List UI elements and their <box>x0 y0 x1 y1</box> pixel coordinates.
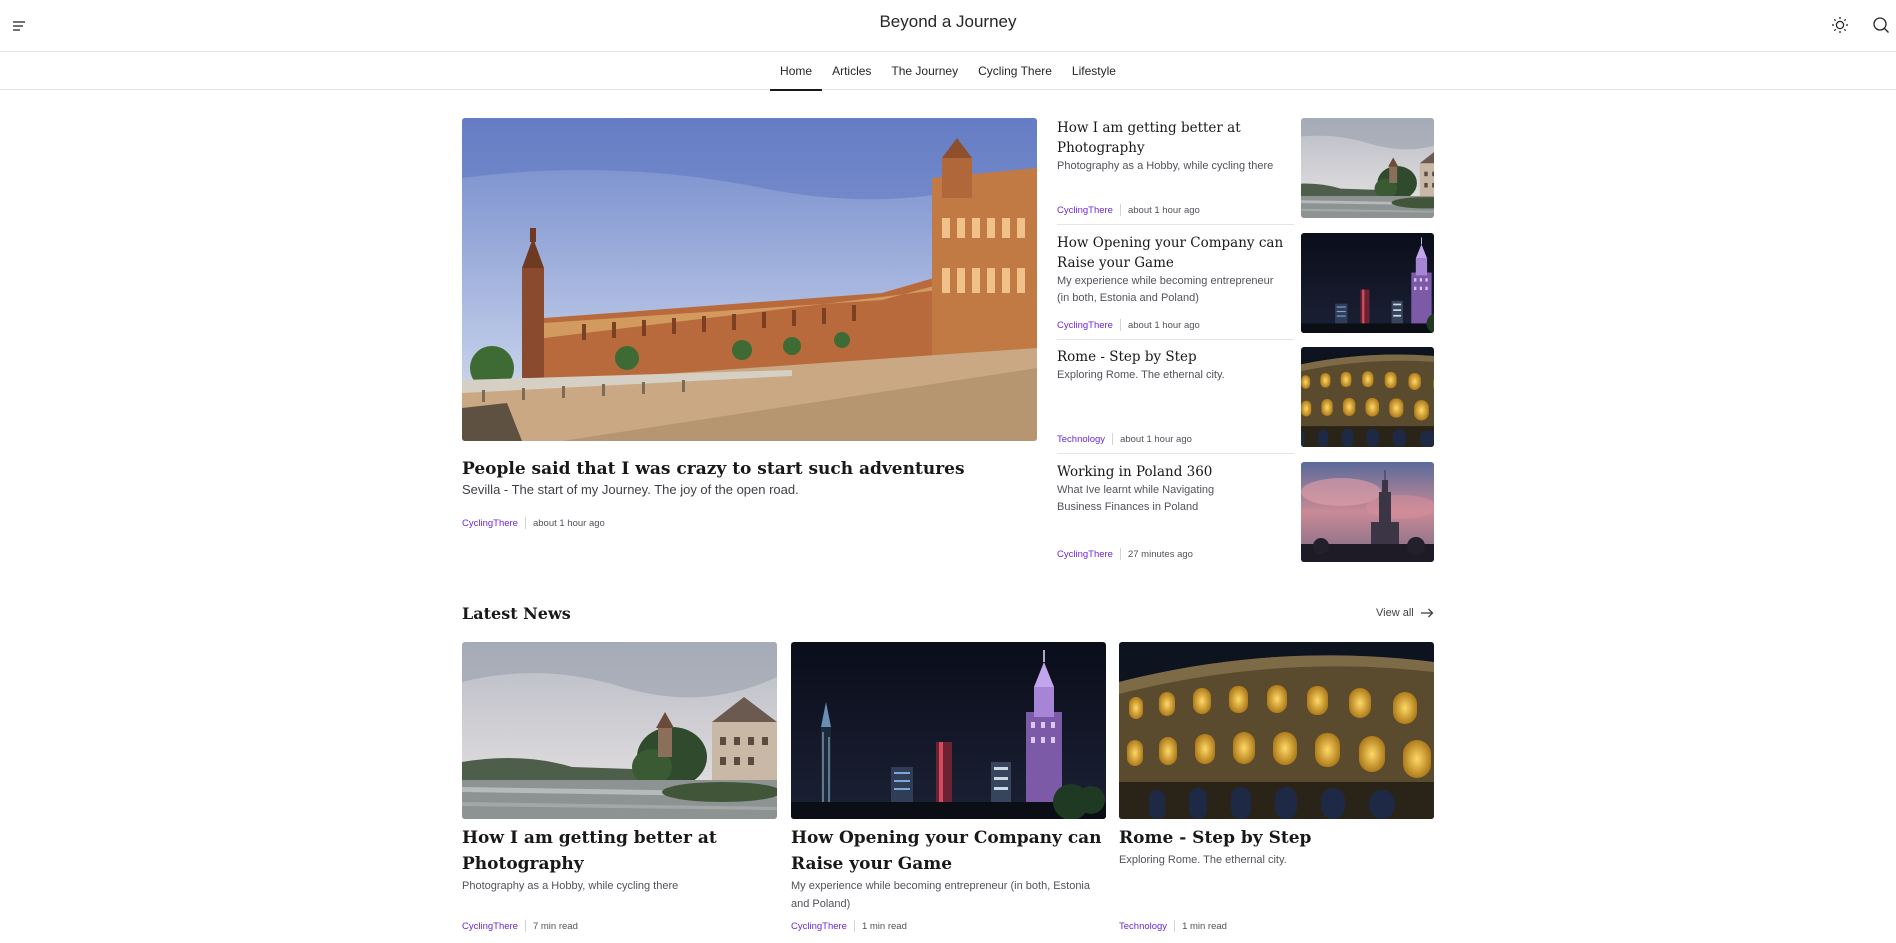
card-meta: Technology 1 min read <box>1119 920 1227 932</box>
tab-the-journey[interactable]: The Journey <box>881 52 968 90</box>
tab-articles[interactable]: Articles <box>822 52 881 90</box>
category-link[interactable]: CyclingThere <box>1057 320 1113 331</box>
card-title[interactable]: How Opening your Company can Raise your … <box>791 825 1106 877</box>
article-subtitle: Photography as a Hobby, while cycling th… <box>1057 160 1274 172</box>
article-title[interactable]: How I am getting better at Photography <box>1057 118 1287 158</box>
category-link[interactable]: CyclingThere <box>1057 549 1113 560</box>
category-link[interactable]: Technology <box>1119 921 1167 932</box>
hero-subtitle: Sevilla - The start of my Journey. The j… <box>462 482 799 497</box>
card-title[interactable]: Rome - Step by Step <box>1119 825 1434 851</box>
tab-lifestyle[interactable]: Lifestyle <box>1062 52 1126 90</box>
main-nav: Home Articles The Journey Cycling There … <box>0 52 1896 91</box>
article-thumbnail[interactable] <box>1301 118 1434 218</box>
list-item[interactable]: Rome - Step by Step Exploring Rome. The … <box>1057 347 1435 454</box>
card-image[interactable] <box>462 642 777 819</box>
article-title[interactable]: How Opening your Company can Raise your … <box>1057 233 1287 273</box>
read-time: 1 min read <box>861 920 907 932</box>
list-item[interactable]: How I am getting better at Photography P… <box>1057 118 1435 225</box>
arrow-right-icon <box>1420 608 1434 618</box>
timestamp: about 1 hour ago <box>1127 204 1200 216</box>
tab-cycling-there[interactable]: Cycling There <box>968 52 1062 90</box>
meta-divider <box>1119 319 1121 331</box>
timestamp: about 1 hour ago <box>1120 433 1192 445</box>
card-meta: CyclingThere 7 min read <box>462 920 578 932</box>
card-subtitle: Photography as a Hobby, while cycling th… <box>462 880 679 892</box>
category-link[interactable]: CyclingThere <box>462 518 518 529</box>
tab-home[interactable]: Home <box>770 52 823 91</box>
site-title[interactable]: Beyond a Journey <box>0 12 1896 32</box>
category-link[interactable]: Technology <box>1057 434 1105 445</box>
category-link[interactable]: CyclingThere <box>1057 205 1113 216</box>
article-subtitle: Exploring Rome. The ethernal city. <box>1057 369 1225 381</box>
category-link[interactable]: CyclingThere <box>791 921 847 932</box>
list-item[interactable]: How Opening your Company can Raise your … <box>1057 233 1435 340</box>
search-icon[interactable] <box>1868 12 1894 38</box>
article-thumbnail[interactable] <box>1301 233 1434 333</box>
meta-divider <box>853 920 855 932</box>
article-meta: Technology about 1 hour ago <box>1057 433 1192 445</box>
article-subtitle: My experience while becoming entrepreneu… <box>1057 275 1274 304</box>
view-all-link[interactable]: View all <box>1376 607 1434 619</box>
top-bar: Beyond a Journey <box>0 0 1896 52</box>
category-link[interactable]: CyclingThere <box>462 921 518 932</box>
timestamp: about 1 hour ago <box>532 517 605 529</box>
meta-divider <box>1119 548 1121 560</box>
article-thumbnail[interactable] <box>1301 347 1434 447</box>
timestamp: about 1 hour ago <box>1127 319 1200 331</box>
timestamp: 27 minutes ago <box>1127 548 1193 560</box>
article-title[interactable]: Rome - Step by Step <box>1057 347 1287 367</box>
hero-article[interactable]: People said that I was crazy to start su… <box>462 118 1038 529</box>
meta-divider <box>1174 920 1176 932</box>
card-meta: CyclingThere 1 min read <box>791 920 907 932</box>
meta-divider <box>1119 204 1121 216</box>
card-image[interactable] <box>791 642 1106 819</box>
article-subtitle: What Ive learnt while Navigating Busines… <box>1057 484 1215 513</box>
card-subtitle: Exploring Rome. The ethernal city. <box>1119 854 1287 866</box>
article-thumbnail[interactable] <box>1301 462 1434 562</box>
meta-divider <box>524 920 526 932</box>
article-meta: CyclingThere 27 minutes ago <box>1057 548 1193 560</box>
hero-image[interactable] <box>462 118 1037 441</box>
hero-meta: CyclingThere about 1 hour ago <box>462 517 1038 529</box>
news-card[interactable]: How I am getting better at Photography P… <box>462 642 777 932</box>
hero-title[interactable]: People said that I was crazy to start su… <box>462 457 1038 481</box>
meta-divider <box>524 517 526 529</box>
read-time: 1 min read <box>1182 920 1227 932</box>
read-time: 7 min read <box>532 920 578 932</box>
article-meta: CyclingThere about 1 hour ago <box>1057 319 1200 331</box>
card-subtitle: My experience while becoming entrepreneu… <box>791 880 1090 910</box>
meta-divider <box>1112 433 1114 445</box>
news-card[interactable]: Rome - Step by Step Exploring Rome. The … <box>1119 642 1434 932</box>
view-all-label[interactable]: View all <box>1376 607 1414 619</box>
sun-icon[interactable] <box>1827 12 1853 38</box>
card-image[interactable] <box>1119 642 1434 819</box>
article-meta: CyclingThere about 1 hour ago <box>1057 204 1200 216</box>
latest-news-heading: Latest News <box>462 604 571 623</box>
card-title[interactable]: How I am getting better at Photography <box>462 825 777 877</box>
article-title[interactable]: Working in Poland 360 <box>1057 462 1287 482</box>
news-card[interactable]: How Opening your Company can Raise your … <box>791 642 1106 932</box>
list-item[interactable]: Working in Poland 360 What Ive learnt wh… <box>1057 462 1435 562</box>
